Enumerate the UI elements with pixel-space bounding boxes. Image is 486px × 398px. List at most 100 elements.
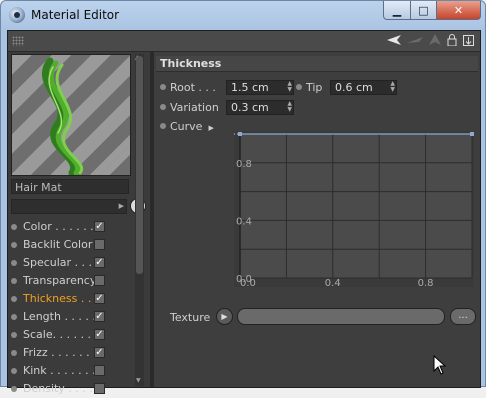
texture-label: Texture — [170, 311, 211, 324]
maximize-icon: □ — [418, 3, 429, 17]
scrollbar-thumb[interactable] — [136, 56, 143, 274]
channel-item[interactable]: Scale. . . . . . . ✓ — [8, 326, 138, 344]
arrow-right-icon[interactable] — [407, 34, 423, 46]
material-editor-window: Material Editor ▁ □ ✕ Hair Mat ▶ Color .… — [0, 0, 486, 395]
tip-field[interactable]: 0.6 cm ▲ ▼ — [330, 80, 397, 95]
window-title: Material Editor — [31, 8, 120, 22]
texture-browse-button[interactable]: ... — [450, 308, 476, 325]
y-tick-label: 0.8 — [236, 159, 252, 170]
channel-picker-field[interactable]: ▶ — [11, 199, 127, 214]
graph-area — [240, 134, 472, 278]
channel-label: Color . . . . . . — [23, 220, 94, 233]
variation-label: Variation — [170, 101, 219, 114]
channel-dot-icon — [11, 296, 17, 302]
channel-label: Kink . . . . . . . — [23, 364, 96, 377]
up-arrow-icon[interactable] — [429, 34, 441, 46]
editor-client-area: Hair Mat ▶ ➤ Color . . . . . .✓Backlit C… — [7, 30, 481, 395]
material-name-field[interactable]: Hair Mat — [11, 179, 129, 194]
lock-icon[interactable] — [447, 34, 457, 46]
root-label: Root . . . — [170, 81, 216, 94]
channel-label: Density . . . . — [23, 382, 93, 395]
thickness-curve-graph[interactable]: 0.0 0.4 0.80.80.40.0 — [234, 131, 474, 287]
channel-dot-icon — [11, 332, 17, 338]
curve-param: Curve ▶ — [160, 120, 214, 134]
maximize-button[interactable]: □ — [411, 1, 437, 20]
channel-dot-icon — [11, 260, 17, 266]
channel-checkbox[interactable] — [94, 275, 105, 286]
curve-expand-icon[interactable]: ▶ — [208, 124, 213, 132]
minimize-button[interactable]: ▁ — [383, 1, 411, 20]
thickness-panel: Thickness Root . . . 1.5 cm ▲ ▼ Tip 0.6 cm… — [154, 52, 480, 387]
hair-preview-image — [41, 57, 84, 175]
channel-label: Length . . . . . — [23, 310, 96, 323]
channel-label: Backlit Color — [23, 238, 93, 251]
channel-checkbox[interactable]: ✓ — [94, 311, 105, 322]
variation-field[interactable]: 0.3 cm ▲ ▼ — [226, 100, 294, 115]
curve-point — [238, 132, 242, 136]
minimize-icon: ▁ — [392, 3, 402, 17]
channel-dot-icon — [11, 314, 17, 320]
variation-value: 0.3 cm — [231, 101, 269, 114]
tip-stepper-icon[interactable]: ▲ ▼ — [390, 81, 395, 93]
channel-dot-icon — [11, 224, 17, 230]
channel-item[interactable]: Kink . . . . . . . — [8, 362, 138, 380]
root-param: Root . . . — [160, 81, 216, 95]
arrow-left-icon[interactable] — [387, 34, 401, 46]
channel-dot-icon — [11, 350, 17, 356]
app-icon — [9, 7, 25, 23]
picker-arrow-icon: ▶ — [118, 202, 124, 210]
x-tick-label: 0.4 — [325, 278, 341, 287]
channel-item[interactable]: Density . . . . — [8, 380, 138, 398]
channel-checkbox[interactable]: ✓ — [94, 257, 105, 268]
channel-item[interactable]: Frizz . . . . . . . ✓ — [8, 344, 138, 362]
scroll-down-icon[interactable]: ▼ — [136, 377, 141, 384]
channel-label: Frizz . . . . . . . — [23, 346, 97, 359]
channel-item[interactable]: Thickness . . . ✓ — [8, 290, 138, 308]
channel-item[interactable]: Specular . . . . ✓ — [8, 254, 138, 272]
curve-point — [470, 132, 474, 136]
root-anim-dot[interactable] — [160, 84, 166, 90]
texture-arrow-icon: ▶ — [221, 312, 228, 321]
curve-anim-dot[interactable] — [160, 123, 166, 129]
channel-checkbox[interactable]: ✓ — [94, 329, 105, 340]
curve-label: Curve — [170, 120, 203, 133]
channel-label: Scale. . . . . . . — [23, 328, 99, 341]
root-field[interactable]: 1.5 cm ▲ ▼ — [226, 80, 294, 95]
texture-field[interactable] — [237, 308, 445, 325]
channel-checkbox[interactable]: ✓ — [94, 221, 105, 232]
channel-item[interactable]: Backlit Color — [8, 236, 138, 254]
close-icon: ✕ — [453, 3, 464, 17]
channel-checkbox[interactable]: ✓ — [94, 293, 105, 304]
window-controls: ▁ □ ✕ — [383, 1, 481, 21]
new-window-icon[interactable] — [463, 34, 474, 46]
variation-param: Variation — [160, 101, 219, 115]
channel-item[interactable]: Color . . . . . . ✓ — [8, 218, 138, 236]
channel-checkbox[interactable] — [94, 239, 105, 250]
root-stepper-icon[interactable]: ▲ ▼ — [287, 81, 292, 93]
y-tick-label: 0.0 — [236, 274, 252, 285]
editor-toolbar — [8, 31, 480, 52]
texture-menu-button[interactable]: ▶ — [216, 308, 233, 325]
y-tick-label: 0.4 — [236, 216, 252, 227]
mouse-cursor-icon — [433, 355, 447, 375]
close-button[interactable]: ✕ — [437, 1, 481, 20]
toolbar-grip-icon[interactable] — [12, 36, 24, 46]
material-sidebar: Hair Mat ▶ ➤ Color . . . . . .✓Backlit C… — [8, 52, 150, 395]
sidebar-scrollbar[interactable]: ▲ ▼ — [135, 54, 144, 386]
title-bar[interactable]: Material Editor ▁ □ ✕ — [1, 1, 485, 29]
tip-anim-dot[interactable] — [296, 84, 302, 90]
channel-label: Specular . . . . — [23, 256, 100, 269]
channel-list: Color . . . . . . ✓ Backlit Color Specular … — [8, 218, 138, 398]
channel-checkbox[interactable] — [94, 365, 105, 376]
channel-label: Transparency — [23, 274, 97, 287]
variation-anim-dot[interactable] — [160, 104, 166, 110]
variation-stepper-icon[interactable]: ▲ ▼ — [287, 101, 292, 113]
channel-dot-icon — [11, 242, 17, 248]
channel-item[interactable]: Transparency — [8, 272, 138, 290]
channel-checkbox[interactable] — [94, 383, 105, 394]
channel-item[interactable]: Length . . . . . ✓ — [8, 308, 138, 326]
channel-dot-icon — [11, 368, 17, 374]
material-preview[interactable] — [11, 54, 131, 176]
tip-param: Tip — [296, 81, 322, 95]
channel-checkbox[interactable]: ✓ — [94, 347, 105, 358]
